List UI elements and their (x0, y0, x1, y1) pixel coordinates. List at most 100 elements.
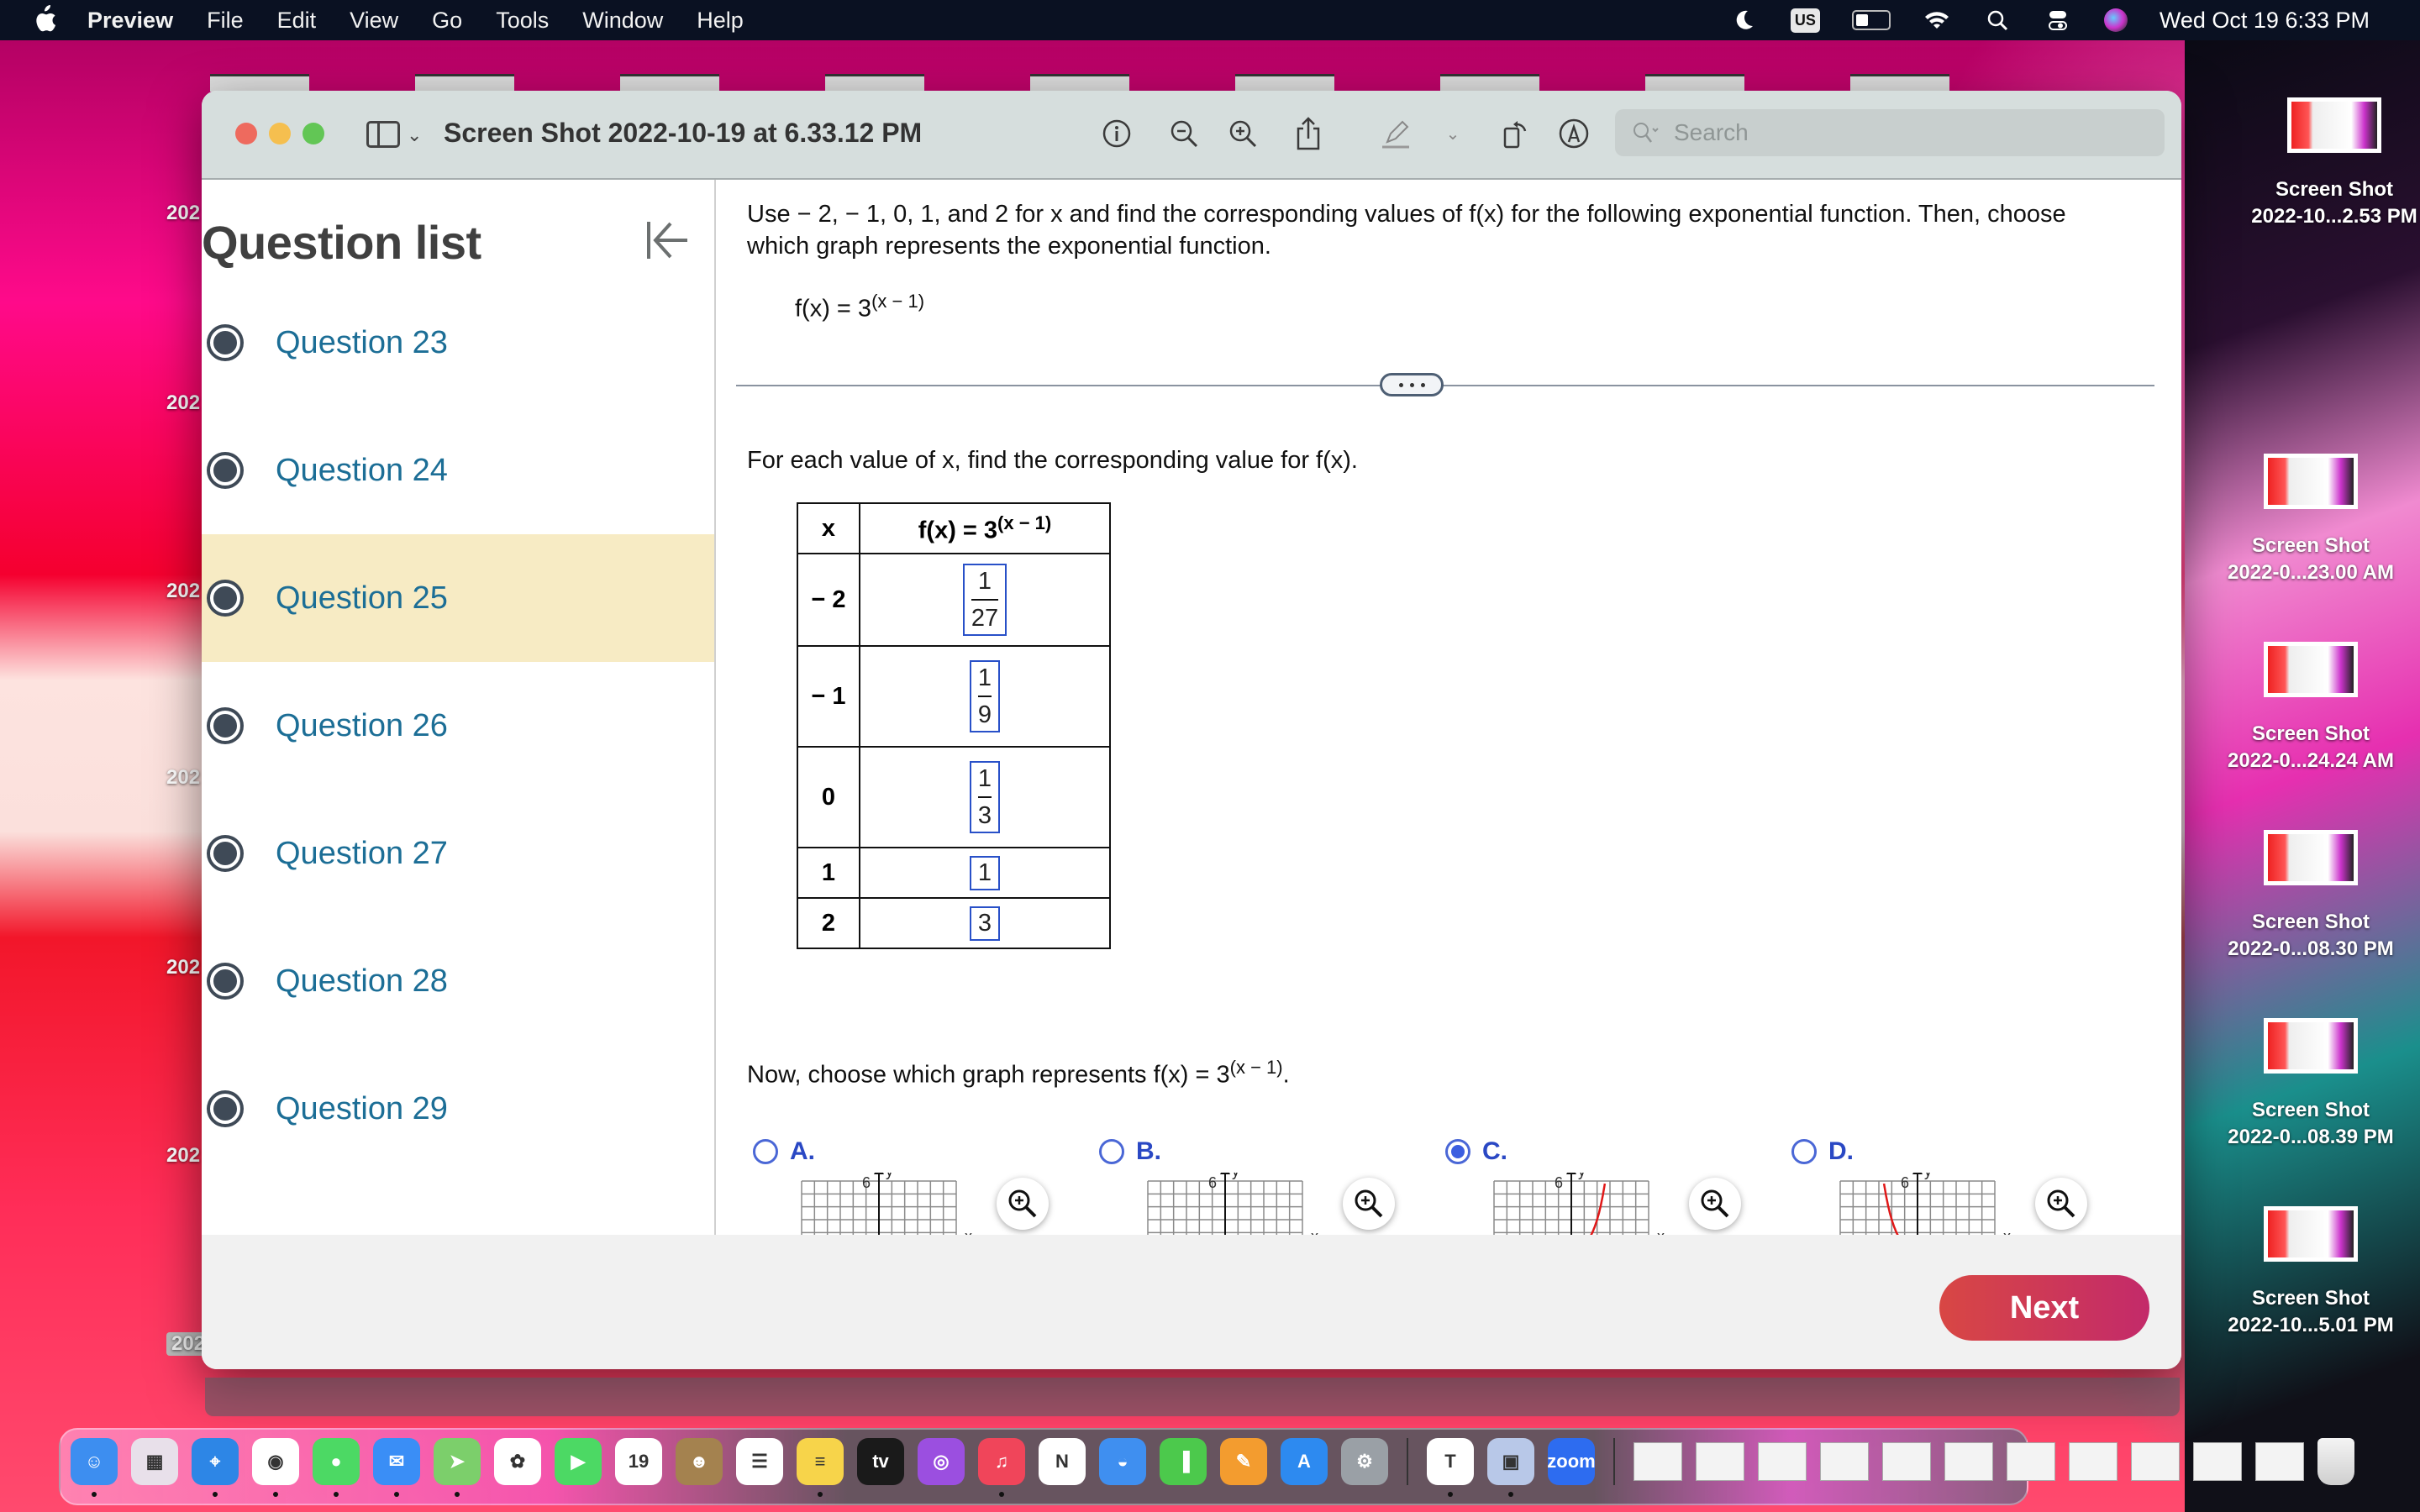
question-list-item[interactable]: Question 23 (202, 279, 714, 407)
input-source-badge[interactable]: US (1790, 8, 1820, 33)
highlight-pen-icon[interactable] (1378, 116, 1413, 151)
dock-app-numbers[interactable]: ▐ (1160, 1438, 1207, 1485)
question-list-item[interactable]: Question 25 (202, 534, 714, 662)
dock-minimized-window[interactable] (1882, 1442, 1931, 1481)
dock-app-zoom-us[interactable]: zoom (1547, 1438, 1596, 1485)
dock-app-reminders[interactable]: ☰ (736, 1438, 783, 1485)
dock-app-pages[interactable]: ✎ (1220, 1438, 1267, 1485)
dock-app-news[interactable]: N (1039, 1438, 1086, 1485)
desktop-file[interactable]: Screen Shot 2022-0...08.30 PM (2202, 830, 2420, 963)
answer-box[interactable]: 3 (969, 906, 1001, 941)
rotate-icon[interactable] (1497, 116, 1533, 151)
expand-divider-button[interactable] (1380, 373, 1444, 396)
question-list-item[interactable]: Question 28 (202, 917, 714, 1045)
enlarge-graph-button[interactable] (1689, 1178, 1741, 1230)
dock-minimized-window[interactable] (2069, 1442, 2118, 1481)
dock-minimized-window[interactable] (1696, 1442, 1744, 1481)
desktop-file-label[interactable]: 202 (166, 580, 200, 603)
dock-app-photos[interactable]: ✿ (494, 1438, 541, 1485)
desktop-file-label[interactable]: 202 (166, 202, 200, 225)
menu-file[interactable]: File (207, 8, 244, 34)
dock-app-launchpad[interactable]: ▦ (131, 1438, 178, 1485)
desktop-file[interactable]: Screen Shot 2022-0...24.24 AM (2202, 642, 2420, 774)
battery-icon[interactable] (1851, 10, 1891, 30)
search-field[interactable] (1615, 109, 2165, 156)
dock-minimized-window[interactable] (1634, 1442, 1682, 1481)
zoom-in-icon[interactable] (1225, 116, 1260, 151)
dock-app-system-preferences[interactable]: ⚙ (1341, 1438, 1388, 1485)
control-center-icon[interactable] (2044, 8, 2072, 33)
menu-tools[interactable]: Tools (496, 8, 549, 34)
close-window-button[interactable] (235, 123, 257, 144)
collapse-panel-icon[interactable] (644, 217, 691, 264)
desktop-file[interactable]: Screen Shot 2022-0...23.00 AM (2202, 454, 2420, 586)
dock-app-microsoft-teams[interactable]: T (1427, 1438, 1474, 1497)
zoom-window-button[interactable] (302, 123, 324, 144)
dock-app-preview[interactable]: ▣ (1487, 1438, 1534, 1497)
dock-app-mail[interactable]: ✉ (373, 1438, 420, 1497)
option-header[interactable]: A. (753, 1137, 1099, 1166)
question-list-item[interactable]: Question 27 (202, 790, 714, 917)
search-input[interactable] (1672, 118, 2146, 147)
dock-app-messages[interactable]: ● (313, 1438, 360, 1497)
dock-app-contacts[interactable]: ☻ (676, 1438, 723, 1485)
desktop-file-label[interactable]: 202 (166, 1144, 200, 1168)
menu-help[interactable]: Help (697, 8, 744, 34)
dock-app-chrome[interactable]: ◉ (252, 1438, 299, 1497)
enlarge-graph-button[interactable] (1343, 1178, 1395, 1230)
dock-app-calendar[interactable]: 19 (615, 1438, 662, 1485)
answer-box[interactable]: 1 (969, 855, 1001, 890)
desktop-file[interactable]: Screen Shot 2022-0...08.39 PM (2202, 1018, 2420, 1151)
menu-view[interactable]: View (350, 8, 398, 34)
menu-app-name[interactable]: Preview (87, 8, 173, 34)
share-icon[interactable] (1291, 116, 1326, 151)
question-list-item[interactable]: Question 24 (202, 407, 714, 534)
enlarge-graph-button[interactable] (997, 1178, 1049, 1230)
dock-app-facetime[interactable]: ▶ (555, 1438, 602, 1485)
option-radio[interactable] (1445, 1139, 1470, 1164)
minimize-window-button[interactable] (269, 123, 291, 144)
menu-edit[interactable]: Edit (277, 8, 317, 34)
siri-icon[interactable] (2103, 8, 2128, 32)
option-header[interactable]: C. (1445, 1137, 1791, 1166)
info-icon[interactable] (1099, 116, 1134, 151)
answer-box[interactable]: 1 27 (962, 564, 1007, 636)
option-radio[interactable] (753, 1139, 778, 1164)
markup-icon[interactable] (1556, 116, 1591, 151)
next-button[interactable]: Next (1939, 1275, 2149, 1341)
question-list-item[interactable]: Question 29 (202, 1045, 714, 1173)
question-list-item[interactable]: Question 26 (202, 662, 714, 790)
sidebar-toggle-icon[interactable] (366, 121, 400, 148)
dock-app-notes[interactable]: ≡ (797, 1438, 844, 1497)
desktop-file-label[interactable]: 202 (166, 391, 200, 415)
option-header[interactable]: D. (1791, 1137, 2138, 1166)
dock-app-music[interactable]: ♫ (978, 1438, 1025, 1497)
dock-app-tv[interactable]: tv (857, 1438, 904, 1485)
option-radio[interactable] (1791, 1139, 1817, 1164)
dock-minimized-window[interactable] (1758, 1442, 1807, 1481)
dock-app-podcasts[interactable]: ◎ (918, 1438, 965, 1485)
menu-clock[interactable]: Wed Oct 19 6:33 PM (2160, 8, 2370, 34)
desktop-file-label[interactable]: 202 (166, 766, 200, 790)
dock-minimized-window[interactable] (1944, 1442, 1993, 1481)
dock-minimized-window[interactable] (2007, 1442, 2055, 1481)
option-radio[interactable] (1099, 1139, 1124, 1164)
chevron-down-icon[interactable]: ⌄ (407, 124, 422, 146)
desktop-file-label[interactable]: 202 (166, 956, 200, 979)
highlight-options-chevron-icon[interactable]: ⌄ (1435, 116, 1470, 151)
spotlight-search-icon[interactable] (1983, 8, 2012, 33)
dock-app-maps[interactable]: ➤ (434, 1438, 481, 1497)
answer-box[interactable]: 13 (969, 761, 1001, 833)
zoom-out-icon[interactable] (1166, 116, 1202, 151)
dock-minimized-window[interactable] (2255, 1442, 2304, 1481)
dock-minimized-window[interactable] (2131, 1442, 2180, 1481)
trash-icon[interactable] (2317, 1438, 2354, 1485)
dock-minimized-window[interactable] (2193, 1442, 2242, 1481)
answer-box[interactable]: 19 (969, 660, 1001, 732)
dock-app-app-store[interactable]: A (1281, 1438, 1328, 1485)
dock-minimized-window[interactable] (1820, 1442, 1869, 1481)
focus-moon-icon[interactable] (1730, 8, 1759, 33)
dock-app-finder[interactable]: ☺ (71, 1438, 118, 1497)
option-header[interactable]: B. (1099, 1137, 1445, 1166)
desktop-file[interactable]: Screen Shot 2022-10...5.01 PM (2202, 1206, 2420, 1339)
